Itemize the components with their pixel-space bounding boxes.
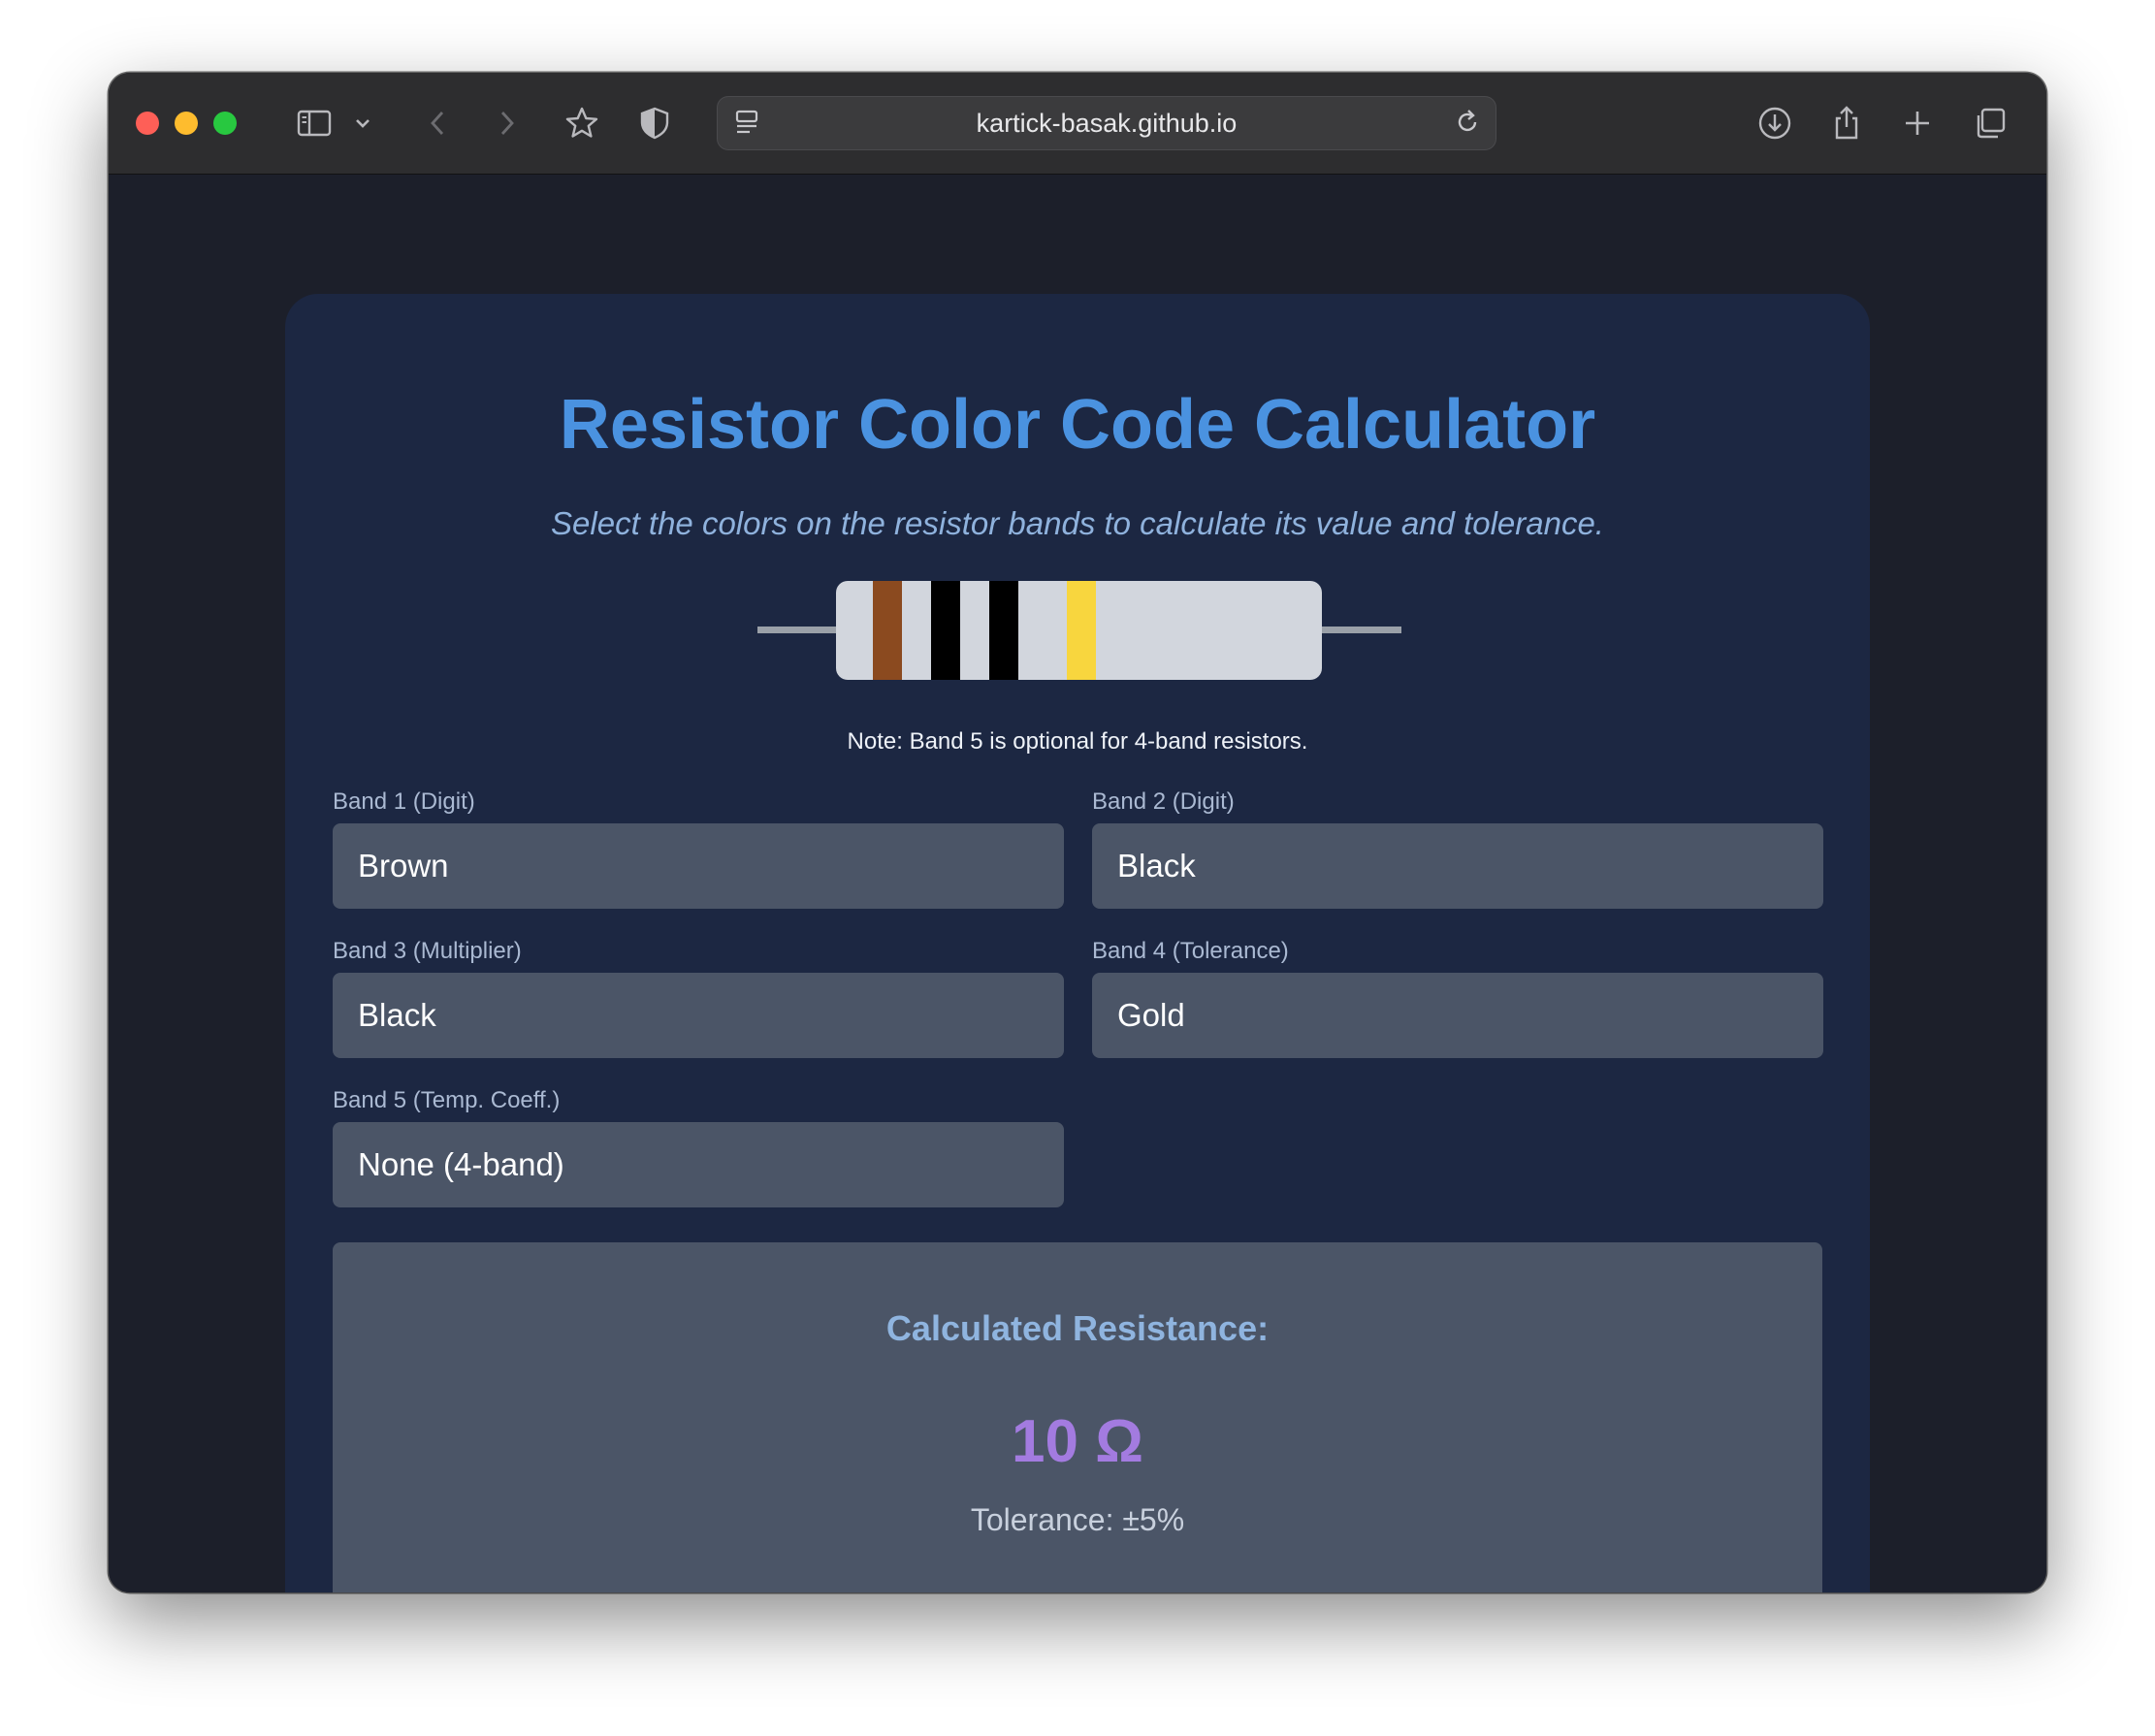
url-text: kartick-basak.github.io	[976, 109, 1238, 138]
page-content: Resistor Color Code Calculator Select th…	[109, 176, 2046, 1592]
band3-select[interactable]: Black	[333, 973, 1064, 1058]
result-panel: Calculated Resistance: 10 Ω Tolerance: ±…	[333, 1242, 1822, 1592]
band2-label: Band 2 (Digit)	[1092, 788, 1235, 815]
download-icon[interactable]	[1755, 104, 1794, 143]
resistor-body	[836, 581, 1322, 680]
band4-select[interactable]: Gold	[1092, 973, 1823, 1058]
calculator-card: Resistor Color Code Calculator Select th…	[285, 294, 1870, 1592]
close-window-button[interactable]	[136, 112, 159, 135]
reload-icon[interactable]	[1451, 106, 1484, 139]
resistor-band-3	[989, 581, 1018, 680]
resistance-value: 10 Ω	[1012, 1408, 1143, 1475]
resistor-lead-right	[1320, 627, 1401, 633]
zoom-window-button[interactable]	[213, 112, 237, 135]
band1-label: Band 1 (Digit)	[333, 788, 475, 815]
browser-window: kartick-basak.github.io Resistor Color C…	[109, 73, 2046, 1592]
page-title: Resistor Color Code Calculator	[559, 386, 1596, 464]
resistor-lead-left	[757, 627, 838, 633]
chevron-down-icon[interactable]	[351, 104, 374, 143]
resistor-band-1	[873, 581, 902, 680]
tolerance-value: Tolerance: ±5%	[970, 1502, 1185, 1537]
resistor-illustration	[757, 581, 1401, 680]
share-icon[interactable]	[1827, 104, 1866, 143]
sidebar-toggle-icon[interactable]	[295, 104, 334, 143]
back-arrow-icon[interactable]	[419, 104, 458, 143]
band5-select[interactable]: None (4-band)	[333, 1122, 1064, 1207]
band5-label: Band 5 (Temp. Coeff.)	[333, 1087, 561, 1113]
address-bar[interactable]: kartick-basak.github.io	[717, 96, 1496, 150]
band2-select[interactable]: Black	[1092, 823, 1823, 909]
band3-label: Band 3 (Multiplier)	[333, 938, 522, 964]
band1-select[interactable]: Brown	[333, 823, 1064, 909]
shield-icon[interactable]	[635, 104, 674, 143]
band4-label: Band 4 (Tolerance)	[1092, 938, 1289, 964]
result-label: Calculated Resistance:	[885, 1308, 1270, 1348]
forward-arrow-icon[interactable]	[487, 104, 526, 143]
browser-toolbar: kartick-basak.github.io	[109, 73, 2046, 175]
band5-note: Note: Band 5 is optional for 4-band resi…	[847, 728, 1308, 755]
resistor-band-4	[1067, 581, 1096, 680]
resistor-band-2	[931, 581, 960, 680]
page-subtitle: Select the colors on the resistor bands …	[551, 505, 1604, 541]
bookmark-star-icon[interactable]	[563, 104, 601, 143]
minimize-window-button[interactable]	[175, 112, 198, 135]
new-tab-plus-icon[interactable]	[1898, 104, 1937, 143]
tab-overview-icon[interactable]	[1971, 104, 2010, 143]
